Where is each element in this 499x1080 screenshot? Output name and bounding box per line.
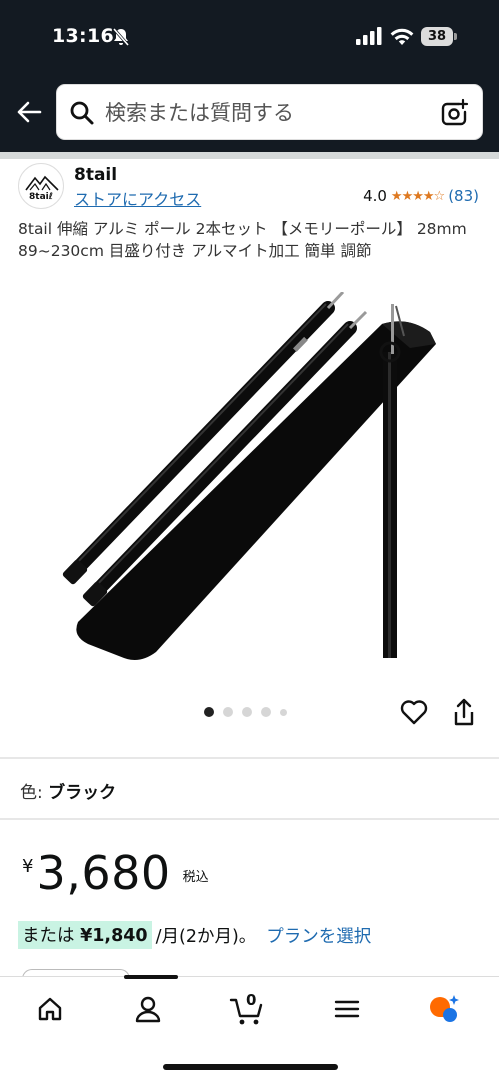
nav-account[interactable] xyxy=(126,991,170,1027)
share-icon[interactable] xyxy=(452,697,476,727)
signal-icon xyxy=(356,27,382,45)
section-divider xyxy=(0,757,499,759)
home-indicator xyxy=(163,1064,338,1070)
price-block: ¥ 3,680 税込 xyxy=(22,846,209,900)
logo-text: 8taiℓ xyxy=(29,192,53,202)
rating-stars-icon: ★★★★☆ xyxy=(390,188,445,204)
cart-count: 0 xyxy=(246,991,257,1009)
bell-off-icon xyxy=(112,28,130,46)
image-carousel-dots[interactable] xyxy=(204,707,287,717)
account-icon xyxy=(135,996,161,1023)
rating-value: 4.0 xyxy=(363,187,387,205)
search-input[interactable] xyxy=(105,85,425,141)
review-count[interactable]: (83) xyxy=(448,187,479,205)
installment-suffix: /月(2か月)。 xyxy=(155,926,257,947)
battery-indicator: 38 xyxy=(421,27,457,46)
tax-included-label: 税込 xyxy=(182,870,209,885)
currency-symbol: ¥ xyxy=(22,856,34,877)
installment-highlight: または ¥1,840 xyxy=(18,921,152,949)
price: 3,680 xyxy=(36,846,171,900)
header-divider xyxy=(0,152,499,159)
mountain-logo-icon xyxy=(25,175,59,191)
battery-level: 38 xyxy=(421,27,453,46)
section-divider xyxy=(0,818,499,820)
nav-cart[interactable]: 0 xyxy=(226,991,270,1027)
wifi-icon xyxy=(390,28,414,45)
camera-search-icon[interactable] xyxy=(439,98,469,128)
carousel-dot[interactable] xyxy=(261,707,271,717)
status-time: 13:16 xyxy=(52,25,114,47)
color-value: ブラック xyxy=(48,783,117,803)
carousel-dot[interactable] xyxy=(280,708,287,716)
select-plan-link[interactable]: プランを選択 xyxy=(266,923,371,948)
visit-store-link[interactable]: ストアにアクセス xyxy=(74,186,201,210)
product-image[interactable] xyxy=(60,292,450,662)
carousel-dot[interactable] xyxy=(223,707,233,717)
installment-offer: または ¥1,840 /月(2か月)。 プランを選択 xyxy=(18,921,371,949)
search-icon xyxy=(70,101,94,125)
product-title: 8tail 伸縮 アルミ ポール 2本セット 【メモリーポール】 28mm 89… xyxy=(18,220,467,260)
nav-menu[interactable] xyxy=(325,991,369,1027)
store-logo[interactable]: 8taiℓ xyxy=(18,163,64,209)
back-arrow-icon[interactable] xyxy=(14,97,44,127)
color-selection[interactable]: 色: ブラック xyxy=(20,778,116,803)
brand-name: 8tail xyxy=(74,165,118,185)
rufus-ai-icon xyxy=(430,995,459,1022)
home-icon xyxy=(38,997,62,1021)
nav-home[interactable] xyxy=(28,991,72,1027)
menu-icon xyxy=(334,1000,360,1018)
installment-prefix: または xyxy=(22,926,75,946)
carousel-dot[interactable] xyxy=(204,707,214,717)
nav-active-indicator xyxy=(124,975,178,979)
search-bar[interactable] xyxy=(56,84,483,141)
color-label: 色: xyxy=(20,783,49,803)
carousel-dot[interactable] xyxy=(242,707,252,717)
rating-summary[interactable]: 4.0 ★★★★☆ (83) xyxy=(363,187,479,205)
installment-amount: ¥1,840 xyxy=(80,926,148,946)
top-bar: 13:16 38 xyxy=(0,0,499,152)
nav-rufus[interactable] xyxy=(422,991,466,1027)
heart-icon[interactable] xyxy=(400,699,428,725)
